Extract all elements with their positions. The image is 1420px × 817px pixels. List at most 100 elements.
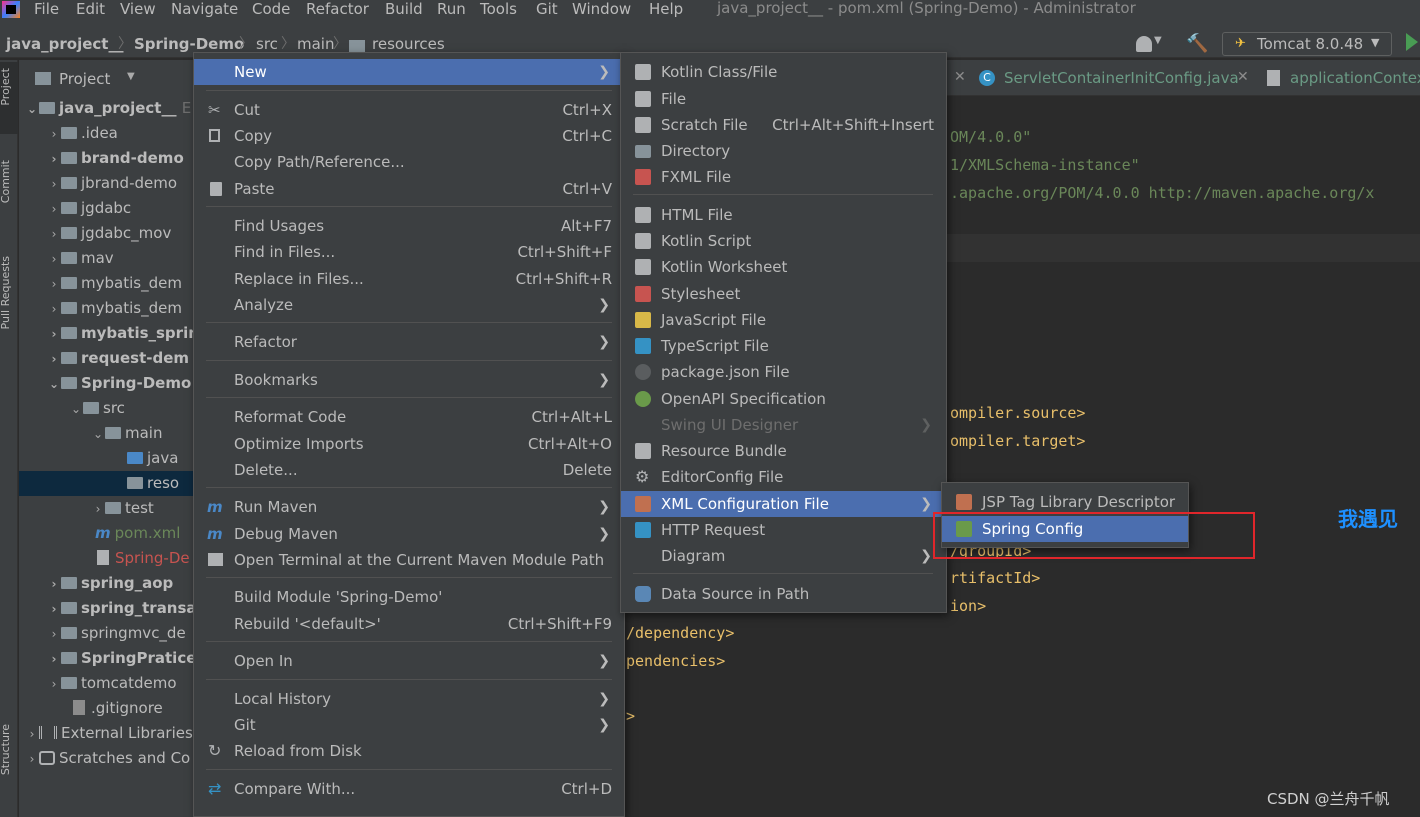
new-kotlin-worksheet[interactable]: Kotlin Worksheet — [621, 254, 946, 280]
menu-tools[interactable]: Tools — [480, 0, 517, 20]
menu-file[interactable]: File — [34, 0, 59, 20]
menu-help[interactable]: Help — [649, 0, 683, 20]
new-editorconfig-file[interactable]: ⚙ EditorConfig File — [621, 464, 946, 490]
menu-item-cut[interactable]: ✂ Cut Ctrl+X — [194, 97, 624, 123]
tree-item-springmvc-demo[interactable]: › springmvc_de — [19, 621, 194, 646]
run-configuration-select[interactable]: ✈ Tomcat 8.0.48 ▼ — [1222, 32, 1392, 56]
menu-refactor[interactable]: Refactor — [306, 0, 369, 20]
menu-item-debug-maven[interactable]: m Debug Maven ❯ — [194, 521, 624, 547]
menu-item-optimize-imports[interactable]: Optimize Imports Ctrl+Alt+O — [194, 431, 624, 457]
collapse-arrow-icon[interactable]: › — [47, 272, 61, 296]
collapse-arrow-icon[interactable]: › — [91, 497, 105, 521]
collapse-arrow-icon[interactable]: › — [47, 147, 61, 171]
new-javascript-file[interactable]: JavaScript File — [621, 307, 946, 333]
menu-view[interactable]: View — [120, 0, 156, 20]
tree-item-scratches[interactable]: › Scratches and Co — [19, 746, 194, 771]
new-resource-bundle[interactable]: Resource Bundle — [621, 438, 946, 464]
tree-item-pom-xml[interactable]: m pom.xml — [19, 521, 194, 546]
menu-edit[interactable]: Edit — [76, 0, 105, 20]
tree-item-request-demo[interactable]: › request-dem — [19, 346, 194, 371]
menu-item-bookmarks[interactable]: Bookmarks ❯ — [194, 367, 624, 393]
collapse-arrow-icon[interactable]: › — [47, 247, 61, 271]
tree-item-jgdabc-mov[interactable]: › jgdabc_mov — [19, 221, 194, 246]
new-typescript-file[interactable]: TypeScript File — [621, 333, 946, 359]
new-scratch-file[interactable]: Scratch File Ctrl+Alt+Shift+Insert — [621, 112, 946, 138]
new-swing-ui-designer[interactable]: Swing UI Designer ❯ — [621, 412, 946, 438]
collapse-arrow-icon[interactable]: › — [47, 322, 61, 346]
tree-item-iml[interactable]: Spring-De — [19, 546, 194, 571]
collapse-arrow-icon[interactable]: › — [47, 672, 61, 696]
tree-item-spring-aop[interactable]: › spring_aop — [19, 571, 194, 596]
user-icon[interactable] — [1136, 36, 1152, 52]
collapse-arrow-icon[interactable]: › — [47, 172, 61, 196]
expand-arrow-icon[interactable]: ⌄ — [47, 372, 61, 396]
collapse-arrow-icon[interactable]: › — [47, 197, 61, 221]
new-kotlin-class[interactable]: Kotlin Class/File — [621, 59, 946, 85]
run-icon[interactable] — [1406, 33, 1418, 51]
tree-item-test[interactable]: › test — [19, 496, 194, 521]
menu-item-new[interactable]: New ❯ — [194, 59, 624, 85]
pull-requests-tool-tab[interactable]: Pull Requests — [0, 256, 19, 329]
close-tab-icon[interactable]: ✕ — [954, 69, 966, 85]
tree-item-resources-selected[interactable]: reso — [19, 471, 194, 496]
menu-navigate[interactable]: Navigate — [171, 0, 238, 20]
menu-window[interactable]: Window — [572, 0, 631, 20]
menu-item-refactor[interactable]: Refactor ❯ — [194, 329, 624, 355]
collapse-arrow-icon[interactable]: › — [25, 747, 39, 771]
new-html-file[interactable]: HTML File — [621, 202, 946, 228]
menu-item-git[interactable]: Git ❯ — [194, 712, 624, 738]
new-xml-configuration-file[interactable]: XML Configuration File ❯ — [621, 491, 946, 517]
new-package-json[interactable]: package.json File — [621, 359, 946, 385]
tree-item-gitignore[interactable]: .gitignore — [19, 696, 194, 721]
project-view-dropdown-icon[interactable]: ▼ — [127, 71, 135, 82]
menu-item-rebuild[interactable]: Rebuild '<default>' Ctrl+Shift+F9 — [194, 611, 624, 637]
tree-item-src[interactable]: ⌄ src — [19, 396, 194, 421]
new-file[interactable]: File — [621, 86, 946, 112]
tree-item-mybatis-spring[interactable]: › mybatis_sprin — [19, 321, 194, 346]
new-directory[interactable]: Directory — [621, 138, 946, 164]
new-diagram[interactable]: Diagram ❯ — [621, 543, 946, 569]
tree-item-mav[interactable]: › mav — [19, 246, 194, 271]
menu-item-find-usages[interactable]: Find Usages Alt+F7 — [194, 213, 624, 239]
menu-item-reformat-code[interactable]: Reformat Code Ctrl+Alt+L — [194, 404, 624, 430]
menu-item-reload-from-disk[interactable]: ↻ Reload from Disk — [194, 738, 624, 764]
close-tab-icon[interactable]: ✕ — [1237, 69, 1249, 85]
project-panel-title[interactable]: Project — [59, 68, 110, 90]
menu-item-open-terminal-maven[interactable]: Open Terminal at the Current Maven Modul… — [194, 547, 624, 573]
tree-item-springpratice[interactable]: › SpringPratice — [19, 646, 194, 671]
menu-item-local-history[interactable]: Local History ❯ — [194, 686, 624, 712]
tree-item-mybatis-demo-2[interactable]: › mybatis_dem — [19, 296, 194, 321]
collapse-arrow-icon[interactable]: › — [47, 222, 61, 246]
new-data-source-in-path[interactable]: Data Source in Path — [621, 581, 946, 607]
new-stylesheet[interactable]: Stylesheet — [621, 281, 946, 307]
structure-tool-tab[interactable]: Structure — [0, 724, 19, 775]
build-hammer-icon[interactable]: 🔨 — [1186, 33, 1208, 54]
breadcrumb-project[interactable]: java_project__ — [6, 33, 123, 55]
tree-item-idea[interactable]: › .idea — [19, 121, 194, 146]
commit-tool-tab[interactable]: Commit — [0, 160, 19, 203]
tree-item-brand-demo[interactable]: › brand-demo — [19, 146, 194, 171]
project-tool-tab[interactable]: Project — [0, 68, 19, 106]
new-kotlin-script[interactable]: Kotlin Script — [621, 228, 946, 254]
menu-item-find-in-files[interactable]: Find in Files... Ctrl+Shift+F — [194, 239, 624, 265]
menu-build[interactable]: Build — [385, 0, 423, 20]
expand-arrow-icon[interactable]: ⌄ — [69, 397, 83, 421]
collapse-arrow-icon[interactable]: › — [25, 722, 39, 746]
collapse-arrow-icon[interactable]: › — [47, 347, 61, 371]
collapse-arrow-icon[interactable]: › — [47, 122, 61, 146]
collapse-arrow-icon[interactable]: › — [47, 622, 61, 646]
collapse-arrow-icon[interactable]: › — [47, 647, 61, 671]
menu-item-copy[interactable]: Copy Ctrl+C — [194, 123, 624, 149]
tree-item-spring-transaction[interactable]: › spring_transa — [19, 596, 194, 621]
new-openapi-spec[interactable]: OpenAPI Specification — [621, 386, 946, 412]
expand-arrow-icon[interactable]: ⌄ — [25, 97, 39, 121]
tree-item-main[interactable]: ⌄ main — [19, 421, 194, 446]
collapse-arrow-icon[interactable]: › — [47, 597, 61, 621]
tree-item-java[interactable]: java — [19, 446, 194, 471]
collapse-arrow-icon[interactable]: › — [47, 297, 61, 321]
menu-item-build-module[interactable]: Build Module 'Spring-Demo' — [194, 584, 624, 610]
tree-item-spring-demo[interactable]: ⌄ Spring-Demo — [19, 371, 194, 396]
tree-item-mybatis-demo-1[interactable]: › mybatis_dem — [19, 271, 194, 296]
tree-item-jbrand-demo[interactable]: › jbrand-demo — [19, 171, 194, 196]
menu-item-replace-in-files[interactable]: Replace in Files... Ctrl+Shift+R — [194, 266, 624, 292]
